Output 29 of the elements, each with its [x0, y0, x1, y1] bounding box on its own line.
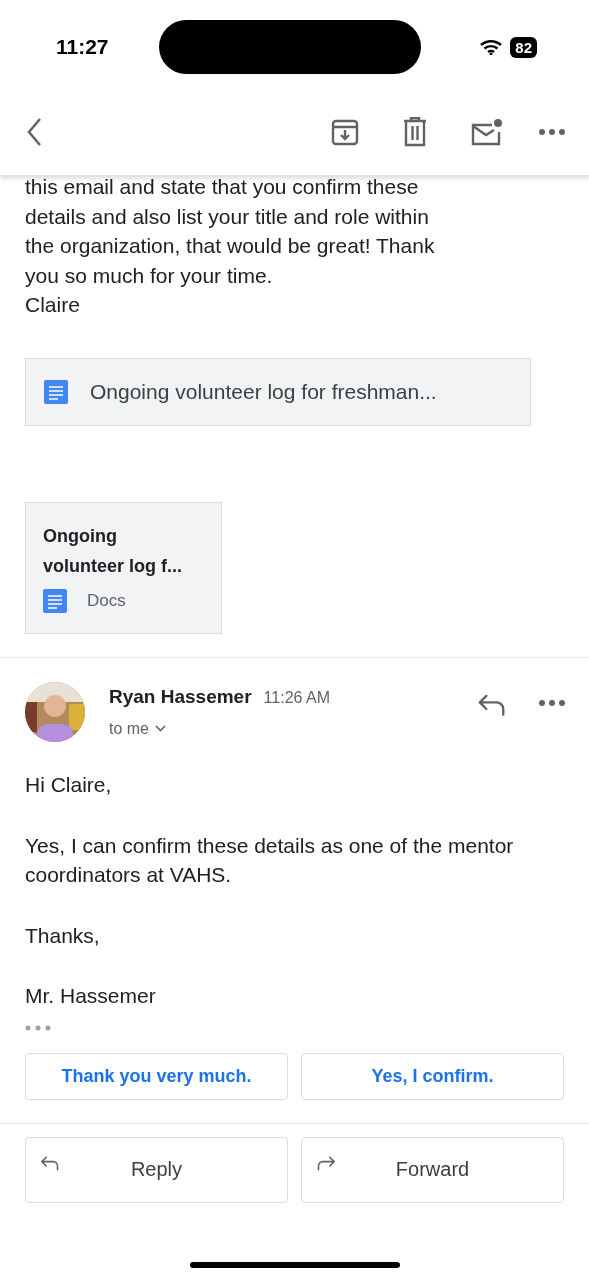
message-paragraph: Hi Claire,	[25, 771, 113, 798]
message-paragraph: Yes, I can confirm these details as one of the mentor coordinators at VAHS.	[25, 832, 515, 889]
smart-reply-button[interactable]: Yes, I confirm.	[301, 1052, 564, 1100]
message-paragraph: Thanks,	[25, 922, 101, 949]
attachment-title: Ongoing volunteer log f...	[43, 524, 183, 578]
recipient-toggle[interactable]: to me	[109, 719, 166, 738]
wifi-icon	[480, 39, 503, 55]
battery-level: 82	[510, 36, 537, 58]
document-icon	[43, 588, 67, 613]
forward-button[interactable]: Forward	[301, 1136, 564, 1203]
attachment-name: Ongoing volunteer log for freshman...	[90, 379, 437, 404]
show-trimmed-icon[interactable]	[25, 1024, 51, 1031]
status-time: 11:27	[56, 35, 109, 59]
reply-icon	[477, 693, 507, 717]
attachment-card[interactable]: Ongoing volunteer log f... Docs	[25, 501, 222, 634]
attachment-type: Docs	[87, 590, 126, 611]
reply-icon	[40, 1155, 60, 1171]
reply-button[interactable]: Reply	[25, 1136, 288, 1203]
more-icon	[539, 129, 565, 135]
caret-icon	[155, 725, 166, 733]
document-icon	[44, 379, 68, 404]
sender-name: Ryan Hassemer	[109, 685, 252, 708]
more-icon	[539, 699, 565, 706]
forward-icon	[316, 1155, 336, 1171]
sent-time: 11:26 AM	[263, 688, 330, 707]
message-paragraph: Mr. Hassemer	[25, 983, 157, 1010]
message-text: this email and state that you confirm these details and also list your title and role within the organization, that would be great! Thank you so much for your time. Claire	[25, 174, 436, 319]
attachment-chip[interactable]: Ongoing volunteer log for freshman...	[25, 357, 531, 426]
smart-reply-button[interactable]: Thank you very much.	[25, 1052, 288, 1100]
